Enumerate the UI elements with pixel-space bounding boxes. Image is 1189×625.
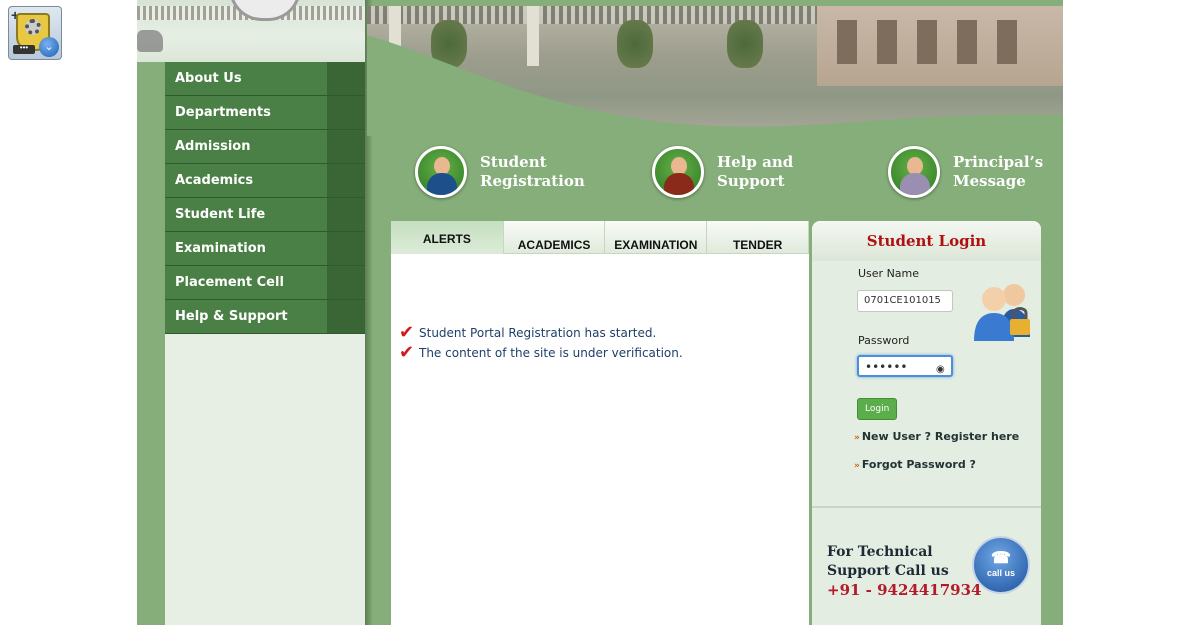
support-line1: For Technical bbox=[827, 544, 933, 560]
register-link[interactable]: » New User ? Register here bbox=[854, 430, 1019, 443]
tab-examination[interactable]: EXAMINATION bbox=[605, 221, 708, 254]
quick-link-line1: Help and bbox=[717, 153, 794, 171]
sidebar-item-edge bbox=[327, 62, 365, 95]
users-lock-icon bbox=[974, 284, 1030, 341]
quick-link-student-registration[interactable]: Student Registration bbox=[415, 144, 585, 200]
news-panel: ALERTS ACADEMICS EXAMINATION TENDER ✔ St… bbox=[391, 221, 809, 625]
icon-body bbox=[664, 173, 694, 195]
quick-link-help-support[interactable]: Help and Support bbox=[652, 144, 793, 200]
login-button[interactable]: Login bbox=[857, 398, 898, 420]
graduate-student-icon bbox=[415, 146, 467, 198]
sidebar-item-edge bbox=[327, 266, 365, 299]
principal-icon bbox=[888, 146, 940, 198]
quick-link-principals-message[interactable]: Principal’s Message bbox=[888, 144, 1043, 200]
sidebar-item-edge bbox=[327, 96, 365, 129]
sidebar-nav: About Us Departments Admission Academics… bbox=[165, 62, 365, 334]
support-agent-icon bbox=[652, 146, 704, 198]
forgot-password-link[interactable]: » Forgot Password ? bbox=[854, 458, 976, 471]
sidebar-item-edge bbox=[327, 232, 365, 265]
lock-body bbox=[1010, 319, 1030, 335]
quick-link-line1: Principal’s bbox=[953, 153, 1044, 171]
news-tabs: ALERTS ACADEMICS EXAMINATION TENDER bbox=[391, 221, 809, 254]
sidebar-panel bbox=[165, 334, 366, 625]
icon-body bbox=[900, 173, 930, 195]
gear-icon bbox=[25, 19, 41, 35]
alert-text: Student Portal Registration has started. bbox=[419, 326, 657, 340]
alert-text: The content of the site is under verific… bbox=[419, 346, 683, 360]
double-arrow-icon: » bbox=[854, 461, 860, 471]
sidebar-item-label: Help & Support bbox=[175, 309, 288, 324]
sidebar-item-help-support[interactable]: Help & Support bbox=[165, 300, 365, 334]
campus-banner bbox=[367, 6, 1063, 136]
list-item: ✔ Student Portal Registration has starte… bbox=[399, 323, 683, 343]
user-head bbox=[1003, 284, 1025, 306]
sidebar-item-edge bbox=[327, 164, 365, 197]
quick-link-line2: Registration bbox=[480, 172, 585, 190]
header-left-decoration bbox=[137, 0, 365, 62]
sidebar-item-student-life[interactable]: Student Life bbox=[165, 198, 365, 232]
password-label: Password bbox=[858, 334, 910, 347]
username-field[interactable]: 0701CE101015 bbox=[857, 290, 953, 312]
checkmark-icon: ✔ bbox=[399, 342, 415, 363]
sidebar-item-placement-cell[interactable]: Placement Cell bbox=[165, 266, 365, 300]
dots-icon: ••• bbox=[13, 44, 35, 54]
sidebar-item-edge bbox=[327, 300, 365, 333]
sidebar-item-about-us[interactable]: About Us bbox=[165, 62, 365, 96]
quick-link-line2: Message bbox=[953, 172, 1026, 190]
browser-extension-icon[interactable]: + ••• ⌄ bbox=[8, 6, 62, 60]
support-line2: Support Call us bbox=[827, 563, 949, 579]
login-divider bbox=[812, 506, 1041, 508]
sidebar-item-label: Student Life bbox=[175, 207, 266, 222]
quick-link-line2: Support bbox=[717, 172, 785, 190]
username-label: User Name bbox=[858, 267, 920, 280]
banner-wave-shape bbox=[367, 35, 1063, 136]
sidebar-item-label: Departments bbox=[175, 105, 271, 120]
show-password-icon[interactable]: ◉ bbox=[936, 364, 945, 375]
forgot-password-text: Forgot Password ? bbox=[861, 458, 976, 471]
quick-link-label: Help and Support bbox=[717, 153, 793, 191]
sidebar-item-label: Admission bbox=[175, 139, 251, 154]
banner-wave bbox=[367, 35, 1063, 136]
quick-link-label: Student Registration bbox=[480, 153, 585, 191]
quick-link-line1: Student bbox=[480, 153, 547, 171]
checkmark-icon: ✔ bbox=[399, 322, 415, 343]
sidebar-item-label: Placement Cell bbox=[175, 275, 284, 290]
tab-tender[interactable]: TENDER bbox=[707, 221, 809, 254]
double-arrow-icon: » bbox=[854, 433, 860, 443]
icon-body bbox=[427, 173, 457, 195]
sidebar-item-edge bbox=[327, 198, 365, 231]
sidebar-item-label: Examination bbox=[175, 241, 266, 256]
sidebar-item-label: About Us bbox=[175, 71, 242, 86]
phone-icon: ☎ bbox=[991, 550, 1011, 567]
sidebar-item-label: Academics bbox=[175, 173, 254, 188]
tab-academics[interactable]: ACADEMICS bbox=[503, 221, 606, 254]
quick-link-label: Principal’s Message bbox=[953, 153, 1043, 191]
chevron-down-icon: ⌄ bbox=[39, 37, 59, 57]
call-us-label: call us bbox=[986, 568, 1015, 578]
list-item: ✔ The content of the site is under verif… bbox=[399, 343, 683, 363]
sidebar-item-examination[interactable]: Examination bbox=[165, 232, 365, 266]
register-link-text: New User ? Register here bbox=[861, 430, 1020, 443]
tab-alerts[interactable]: ALERTS bbox=[391, 221, 504, 254]
user-head bbox=[982, 287, 1006, 311]
sidebar-item-departments[interactable]: Departments bbox=[165, 96, 365, 130]
login-title: Student Login bbox=[812, 221, 1041, 261]
sidebar-item-admission[interactable]: Admission bbox=[165, 130, 365, 164]
college-website: About Us Departments Admission Academics… bbox=[137, 0, 1063, 625]
scooter-image bbox=[137, 30, 163, 52]
call-us-badge: ☎ call us bbox=[972, 536, 1030, 594]
sidebar-item-academics[interactable]: Academics bbox=[165, 164, 365, 198]
support-phone: +91 - 9424417934 bbox=[827, 581, 982, 599]
student-login-panel: Student Login User Name 0701CE101015 Pas… bbox=[812, 221, 1041, 625]
sidebar-item-edge bbox=[327, 130, 365, 163]
support-text: For Technical Support Call us +91 - 9424… bbox=[827, 543, 981, 600]
alerts-list: ✔ Student Portal Registration has starte… bbox=[399, 323, 683, 363]
